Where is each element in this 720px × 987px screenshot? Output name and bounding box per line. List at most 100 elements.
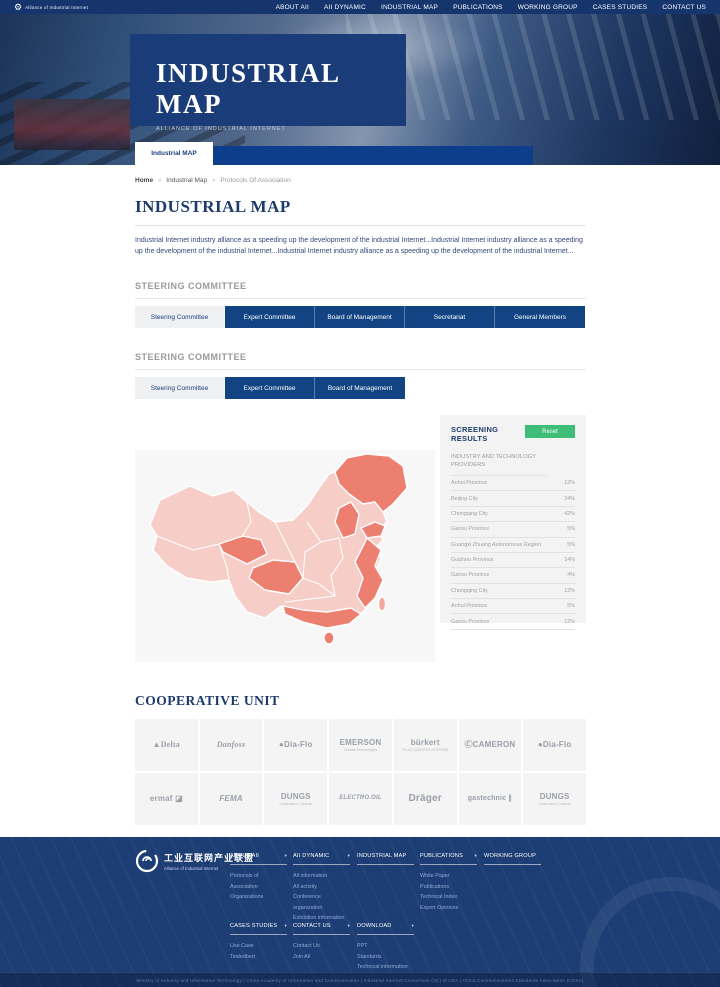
header-logo[interactable]: ⚙ Alliance of Industrial Internet bbox=[14, 3, 88, 12]
caret-down-icon: ▾ bbox=[348, 923, 350, 929]
logo-text: EMERSON bbox=[340, 738, 382, 747]
nav-item-about[interactable]: ABOUT AII bbox=[276, 4, 309, 11]
breadcrumb-separator-icon: > bbox=[212, 178, 215, 184]
hero-photo-machine bbox=[14, 99, 129, 150]
partner-logo-dungs[interactable]: DUNGS Combustion Controls bbox=[264, 773, 327, 825]
footer-col-download: DOWNLOAD ▾ PPT Standards Technical infor… bbox=[357, 923, 414, 973]
footer-link[interactable]: Expert Opinions bbox=[420, 903, 477, 914]
china-choropleth-map[interactable] bbox=[135, 450, 435, 662]
gear-logo-icon: ⚙ bbox=[14, 3, 22, 12]
footer-link[interactable]: All activity bbox=[293, 882, 350, 893]
logo-text: FEMA bbox=[219, 794, 242, 803]
footer-link[interactable]: Publications bbox=[420, 882, 477, 893]
screening-row[interactable]: Chongqing City 12% bbox=[451, 584, 575, 599]
tab-board-of-management-2[interactable]: Board of Management bbox=[315, 377, 405, 399]
logo-text: ●Dia-Flo bbox=[538, 740, 572, 749]
region-percent: 12% bbox=[564, 619, 575, 625]
partner-logo-electro-oil[interactable]: ELECTRO.OIL bbox=[329, 773, 392, 825]
committee1-tabs: Steering Committee Expert Committee Boar… bbox=[135, 306, 586, 328]
nav-item-dynamic[interactable]: AII DYNAMIC bbox=[324, 4, 366, 11]
footer-link[interactable]: Testedbed bbox=[230, 952, 287, 963]
nav-item-cases-studies[interactable]: CASES STUDIES bbox=[593, 4, 648, 11]
reset-button[interactable]: Reset bbox=[525, 425, 575, 438]
footer-link[interactable]: Technical Index bbox=[420, 892, 477, 903]
footer-col-about: ABOUT AII ▾ Protocols of Association Org… bbox=[230, 853, 287, 903]
region-percent: 5% bbox=[567, 526, 575, 532]
footer-link[interactable]: Organizations bbox=[230, 892, 287, 903]
footer-col-industrial-map: INDUSTRIAL MAP bbox=[357, 853, 414, 865]
region-name: Gansu Province bbox=[451, 619, 489, 625]
tab-general-members[interactable]: General Members bbox=[495, 306, 585, 328]
partner-logo-emerson[interactable]: EMERSON Climate Technologies bbox=[329, 719, 392, 771]
tab-steering-committee-2[interactable]: Steering Committee bbox=[135, 377, 225, 399]
logo-text: ermaf ◪ bbox=[150, 794, 183, 803]
footer-heading-contact[interactable]: CONTACT US ▾ bbox=[293, 923, 350, 935]
footer-link[interactable]: PPT bbox=[357, 941, 414, 952]
footer-link[interactable]: Use Case bbox=[230, 941, 287, 952]
screening-row[interactable]: Anhui Province 5% bbox=[451, 599, 575, 614]
caret-down-icon: ▾ bbox=[285, 923, 287, 929]
page-description: Industrial Internet industry alliance as… bbox=[135, 235, 586, 257]
partner-logo-delta[interactable]: ▲Delta bbox=[135, 719, 198, 771]
screening-row[interactable]: Gansu Province 4% bbox=[451, 568, 575, 583]
footer-link[interactable]: Exhibition information bbox=[293, 913, 350, 924]
partner-logo-ermaf[interactable]: ermaf ◪ bbox=[135, 773, 198, 825]
partner-logo-danfoss[interactable]: Danfoss bbox=[200, 719, 263, 771]
footer-bottom-bar: Ministry of Industry and Information Tec… bbox=[0, 972, 720, 987]
logo-subtext: Combustion Controls bbox=[279, 802, 312, 806]
footer-link[interactable]: Protocols of Association bbox=[230, 871, 287, 892]
partner-logo-dia-flo[interactable]: ●Dia-Flo bbox=[264, 719, 327, 771]
nav-item-contact[interactable]: CONTACT US bbox=[662, 4, 706, 11]
footer-heading-working-group[interactable]: WORKING GROUP bbox=[484, 853, 541, 865]
screening-row[interactable]: Guizhou Province 14% bbox=[451, 553, 575, 568]
tab-secretariat[interactable]: Secretariat bbox=[405, 306, 495, 328]
tab-steering-committee[interactable]: Steering Committee bbox=[135, 306, 225, 328]
footer-link[interactable]: White Paper bbox=[420, 871, 477, 882]
footer-link[interactable]: Conference organization bbox=[293, 892, 350, 913]
partner-logo-dia-flo-2[interactable]: ●Dia-Flo bbox=[523, 719, 586, 771]
screening-row[interactable]: Gansu Province 5% bbox=[451, 522, 575, 537]
partner-logo-burkert[interactable]: bürkert FLUID CONTROL SYSTEMS bbox=[394, 719, 457, 771]
footer-heading-download[interactable]: DOWNLOAD ▾ bbox=[357, 923, 414, 935]
breadcrumb-home[interactable]: Home bbox=[135, 177, 153, 184]
map-region-hainan bbox=[324, 632, 334, 644]
region-name: Guizhou Province bbox=[451, 557, 494, 563]
partner-logo-dungs-2[interactable]: DUNGS Combustion Controls bbox=[523, 773, 586, 825]
tab-expert-committee[interactable]: Expert Committee bbox=[225, 306, 315, 328]
region-percent: 5% bbox=[567, 542, 575, 548]
footer-heading-about[interactable]: ABOUT AII ▾ bbox=[230, 853, 287, 865]
partner-logo-fema[interactable]: FEMA bbox=[200, 773, 263, 825]
logo-text: Dräger bbox=[408, 793, 441, 804]
footer-link[interactable]: Technical information bbox=[357, 962, 414, 973]
hero-tab-industrial-map[interactable]: Industrial MAP bbox=[135, 142, 213, 165]
logo-text: DUNGS bbox=[540, 792, 570, 801]
tab-expert-committee-2[interactable]: Expert Committee bbox=[225, 377, 315, 399]
footer-heading-dynamic[interactable]: AII DYNAMIC ▾ bbox=[293, 853, 350, 865]
footer-link[interactable]: Contact Us bbox=[293, 941, 350, 952]
nav-item-industrial-map[interactable]: INDUSTRIAL MAP bbox=[381, 4, 438, 11]
footer-heading-publications[interactable]: PUBLICATIONS ▾ bbox=[420, 853, 477, 865]
footer-heading-label: AII DYNAMIC bbox=[293, 853, 329, 859]
footer-link[interactable]: Join AII bbox=[293, 952, 350, 963]
footer-heading-cases[interactable]: CASES STUDIES ▾ bbox=[230, 923, 287, 935]
footer-link[interactable]: Standards bbox=[357, 952, 414, 963]
hero-title: INDUSTRIAL MAP bbox=[156, 58, 406, 120]
nav-item-working-group[interactable]: WORKING GROUP bbox=[518, 4, 578, 11]
screening-subtitle: INDUSTRY AND TECHNOLOGY PROVIDERS bbox=[451, 454, 546, 476]
screening-row[interactable]: Anhui Province 12% bbox=[451, 476, 575, 491]
breadcrumb: Home > Industrial Map > Protocols Of Ass… bbox=[135, 177, 586, 184]
region-name: Gansu Province bbox=[451, 526, 489, 532]
nav-item-publications[interactable]: PUBLICATIONS bbox=[453, 4, 503, 11]
partner-logo-cameron[interactable]: ⒸCAMERON bbox=[459, 719, 522, 771]
region-percent: 14% bbox=[564, 557, 575, 563]
breadcrumb-industrial-map[interactable]: Industrial Map bbox=[166, 177, 207, 184]
screening-row[interactable]: Gansu Province 12% bbox=[451, 614, 575, 629]
partner-logo-drager[interactable]: Dräger bbox=[394, 773, 457, 825]
screening-row[interactable]: Beijing City 34% bbox=[451, 491, 575, 506]
footer-heading-industrial-map[interactable]: INDUSTRIAL MAP bbox=[357, 853, 414, 865]
footer-link[interactable]: All information bbox=[293, 871, 350, 882]
screening-row[interactable]: Chongqing City 42% bbox=[451, 507, 575, 522]
partner-logo-gastechnic[interactable]: gastechnic ∥ bbox=[459, 773, 522, 825]
screening-row[interactable]: Guangxi Zhuang Autonomous Region 5% bbox=[451, 538, 575, 553]
tab-board-of-management[interactable]: Board of Management bbox=[315, 306, 405, 328]
